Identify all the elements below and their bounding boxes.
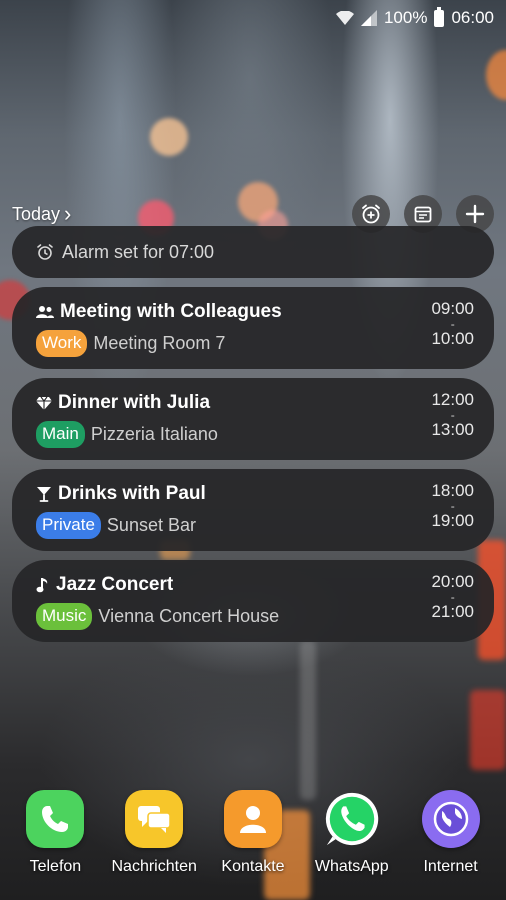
cocktail-icon [37, 487, 51, 502]
app-label: Internet [423, 858, 478, 875]
calendar-icon [414, 206, 432, 223]
event-start-time: 09:00 [431, 299, 474, 318]
event-start-time: 20:00 [431, 572, 474, 591]
time-separator: - [450, 499, 455, 513]
time-separator: - [450, 408, 455, 422]
event-title: Dinner with Julia [58, 392, 211, 413]
event-time-range: 18:00 - 19:00 [431, 481, 474, 531]
music-note-icon [36, 578, 48, 593]
messages-icon [125, 790, 184, 848]
alarm-clock-icon [37, 244, 53, 260]
event-card[interactable]: Jazz Concert Music Vienna Concert House … [12, 560, 494, 642]
chevron-right-icon: › [64, 201, 72, 226]
event-location: Sunset Bar [106, 514, 196, 535]
app-label: WhatsApp [314, 858, 389, 875]
alarm-add-icon [362, 204, 380, 224]
battery-icon [434, 6, 445, 27]
event-title: Drinks with Paul [58, 483, 206, 504]
wifi-icon [335, 10, 354, 26]
event-time-range: 09:00 - 10:00 [431, 299, 474, 349]
app-telefon[interactable]: Telefon [7, 790, 103, 890]
app-dock: Telefon Nachrichten Kontakte WhatsApp In… [0, 790, 506, 890]
today-link[interactable]: Today › [12, 201, 72, 226]
event-card[interactable]: Dinner with Julia Main Pizzeria Italiano… [12, 378, 494, 460]
event-end-time: 10:00 [431, 329, 474, 348]
event-card[interactable]: Meeting with Colleagues Work Meeting Roo… [12, 287, 494, 369]
app-nachrichten[interactable]: Nachrichten [106, 790, 202, 890]
diamond-icon [36, 396, 52, 410]
clock: 06:00 [451, 8, 494, 27]
battery-percent: 100% [383, 8, 428, 27]
event-time-range: 12:00 - 13:00 [431, 390, 474, 440]
contacts-icon [223, 790, 282, 848]
app-whatsapp[interactable]: WhatsApp [304, 790, 400, 890]
event-end-time: 13:00 [431, 420, 474, 439]
app-internet[interactable]: Internet [403, 790, 499, 890]
event-location: Pizzeria Italiano [90, 423, 218, 444]
event-tag: Work [36, 329, 88, 357]
plus-icon [465, 204, 485, 224]
event-tag: Private [36, 511, 101, 539]
app-label: Nachrichten [111, 858, 197, 875]
today-label: Today [12, 203, 61, 224]
event-location: Vienna Concert House [98, 605, 280, 626]
time-separator: - [450, 317, 455, 331]
event-title: Meeting with Colleagues [60, 301, 282, 322]
event-card[interactable]: Drinks with Paul Private Sunset Bar 18:0… [12, 469, 494, 551]
app-label: Kontakte [221, 858, 285, 875]
event-tag: Main [36, 420, 85, 448]
phone-icon [26, 790, 85, 848]
event-location: Meeting Room 7 [93, 332, 226, 353]
whatsapp-icon [323, 790, 381, 848]
app-kontakte[interactable]: Kontakte [205, 790, 301, 890]
alarm-text: Alarm set for 07:00 [62, 241, 215, 262]
internet-icon [421, 790, 480, 848]
event-title: Jazz Concert [56, 574, 174, 595]
people-icon [36, 306, 54, 318]
signal-icon [360, 10, 377, 26]
event-time-range: 20:00 - 21:00 [431, 572, 474, 622]
status-bar: 100% 06:00 [0, 0, 506, 36]
event-end-time: 19:00 [431, 511, 474, 530]
event-end-time: 21:00 [431, 602, 474, 621]
app-label: Telefon [29, 858, 82, 875]
event-start-time: 18:00 [431, 481, 474, 500]
time-separator: - [450, 590, 455, 604]
event-tag: Music [36, 602, 93, 630]
alarm-bar[interactable]: Alarm set for 07:00 [12, 226, 494, 278]
event-start-time: 12:00 [431, 390, 474, 409]
